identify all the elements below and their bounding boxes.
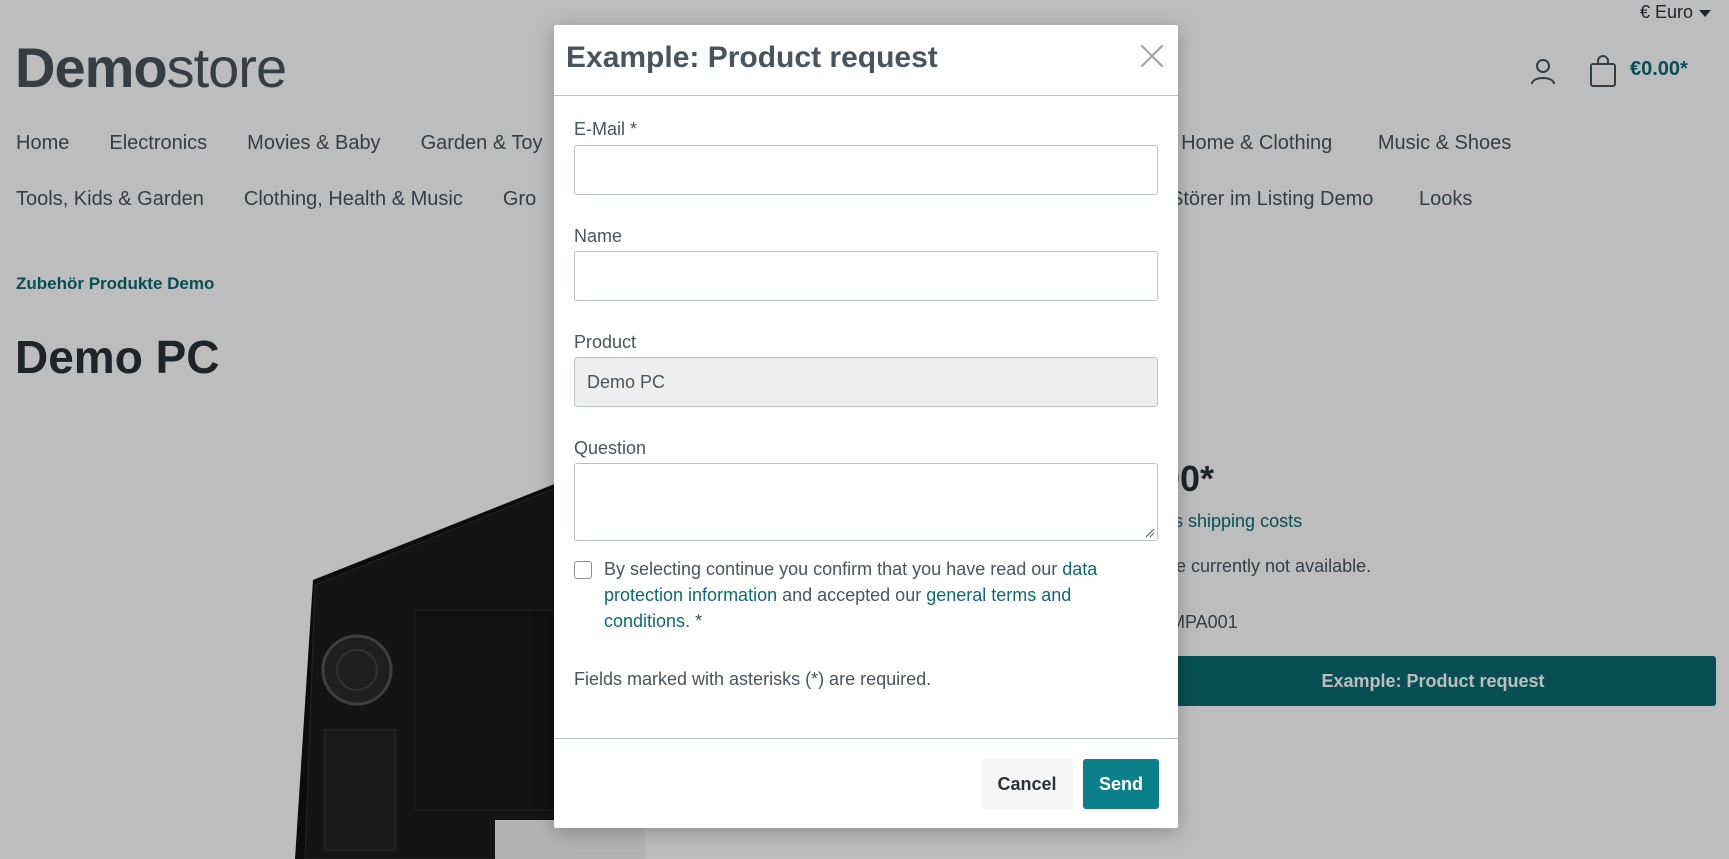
- send-button[interactable]: Send: [1083, 759, 1159, 809]
- consent-text-part-1: By selecting continue you confirm that y…: [604, 559, 1063, 579]
- modal-title: Example: Product request: [566, 41, 938, 74]
- modal-header: Example: Product request: [554, 25, 1178, 96]
- email-label: E-Mail *: [574, 119, 638, 139]
- resize-handle-icon[interactable]: [1145, 528, 1155, 538]
- modal-footer: Cancel Send: [554, 738, 1178, 829]
- name-label: Name: [574, 226, 623, 246]
- consent-text: By selecting continue you confirm that y…: [604, 556, 1144, 634]
- question-label: Question: [574, 438, 647, 458]
- product-request-modal: Example: Product request E-Mail * Name P…: [554, 25, 1178, 828]
- required-fields-note: Fields marked with asterisks (*) are req…: [574, 669, 932, 689]
- product-field: Demo PC: [574, 357, 1158, 407]
- product-field-value: Demo PC: [587, 372, 666, 392]
- consent-text-part-3: . *: [685, 611, 703, 631]
- cancel-button[interactable]: Cancel: [981, 759, 1073, 809]
- product-label: Product: [574, 332, 637, 352]
- question-textarea[interactable]: [574, 463, 1158, 541]
- consent-text-part-2: and accepted our: [777, 585, 927, 605]
- email-field[interactable]: [574, 145, 1158, 195]
- consent-checkbox[interactable]: [574, 561, 592, 579]
- name-field[interactable]: [574, 251, 1158, 301]
- close-icon[interactable]: [1140, 43, 1164, 67]
